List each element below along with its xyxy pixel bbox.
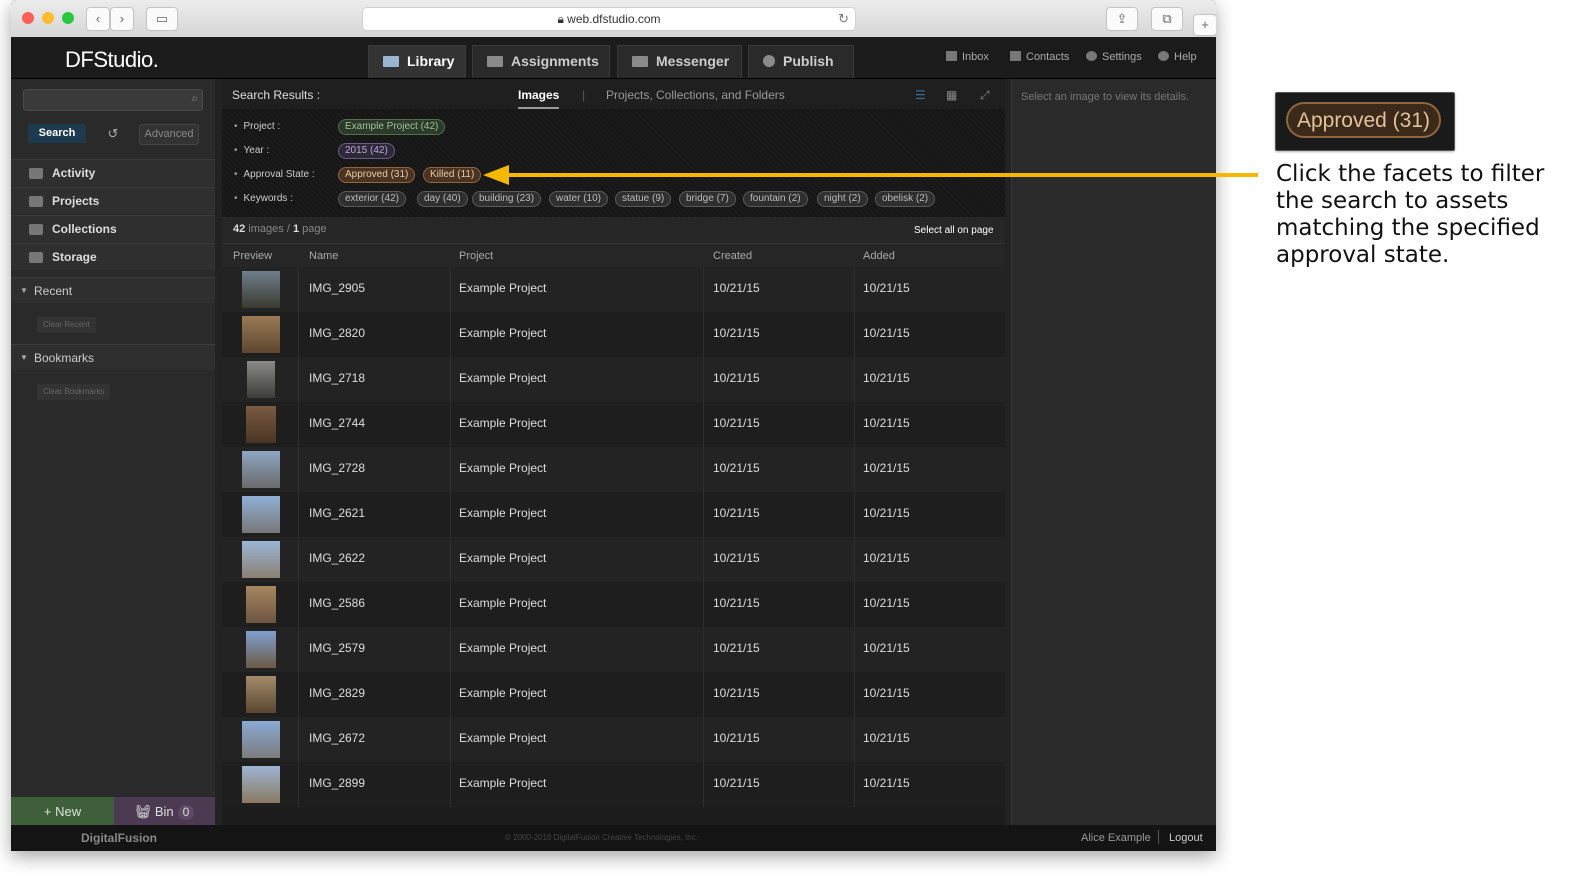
annotation-text: Click the facets to filter the search to… bbox=[1276, 161, 1545, 268]
annotation-badge-callout: Approved (31) bbox=[1275, 92, 1455, 151]
approved-badge-zoom: Approved (31) bbox=[1286, 102, 1441, 138]
